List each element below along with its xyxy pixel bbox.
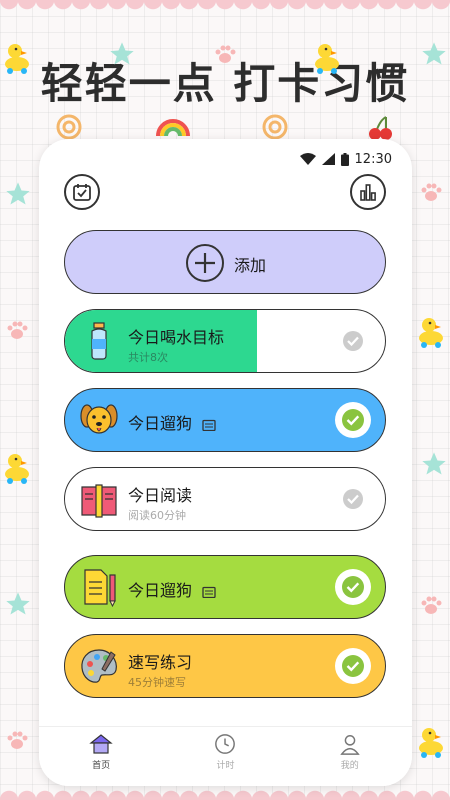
add-habit-button[interactable]: 添加 bbox=[64, 230, 386, 294]
small-calendar-icon bbox=[202, 586, 216, 598]
habit-check-button[interactable] bbox=[335, 323, 371, 359]
nav-label-home: 首页 bbox=[92, 761, 111, 771]
star-sticker-icon bbox=[422, 42, 446, 65]
habit-title: 速写练习 bbox=[128, 653, 193, 672]
habit-check-button[interactable] bbox=[335, 569, 371, 605]
statistics-button[interactable] bbox=[350, 174, 386, 210]
cherry-icon bbox=[369, 116, 392, 140]
star-sticker-icon bbox=[110, 42, 134, 65]
paw-sticker-icon bbox=[421, 183, 442, 201]
nav-label-profile: 我的 bbox=[340, 761, 359, 771]
palette-icon bbox=[81, 649, 117, 683]
habit-subtitle: 阅读60分钟 bbox=[128, 509, 186, 522]
check-circle-icon bbox=[343, 331, 363, 351]
nav-item-home[interactable]: 首页 bbox=[66, 733, 136, 771]
calendar-checklist-button[interactable] bbox=[64, 174, 100, 210]
add-habit-label: 添加 bbox=[234, 256, 267, 275]
top-scallop-border bbox=[0, 0, 450, 12]
habit-check-button[interactable] bbox=[335, 402, 371, 438]
star-sticker-icon bbox=[6, 182, 30, 205]
duck-sticker-icon bbox=[315, 44, 339, 74]
check-circle-icon bbox=[343, 489, 363, 509]
dog-icon bbox=[80, 404, 118, 434]
duck-sticker-icon bbox=[5, 44, 29, 74]
home-icon bbox=[89, 734, 113, 754]
notebook-pencil-icon bbox=[84, 569, 116, 607]
profile-icon bbox=[340, 735, 360, 755]
battery-icon bbox=[340, 152, 349, 166]
habit-card-dog-walk-2[interactable]: 今日遛狗 bbox=[64, 555, 386, 619]
habit-title: 今日喝水目标 bbox=[128, 328, 225, 347]
star-sticker-icon bbox=[422, 452, 446, 475]
habit-card-reading[interactable]: 今日阅读 阅读60分钟 bbox=[64, 467, 386, 531]
plus-icon bbox=[186, 244, 224, 282]
check-circle-icon bbox=[342, 409, 364, 431]
check-circle-icon bbox=[342, 576, 364, 598]
status-bar: 12:30 bbox=[299, 150, 392, 168]
star-sticker-icon bbox=[6, 592, 30, 615]
habit-title: 今日遛狗 bbox=[128, 577, 216, 601]
habit-title: 今日阅读 bbox=[128, 486, 193, 505]
habit-check-button[interactable] bbox=[335, 481, 371, 517]
clock-icon bbox=[215, 734, 236, 754]
duck-sticker-icon bbox=[419, 728, 443, 758]
habit-card-sketching[interactable]: 速写练习 45分钟速写 bbox=[64, 634, 386, 698]
habit-title: 今日遛狗 bbox=[128, 410, 216, 434]
rainbow-icon bbox=[156, 119, 190, 137]
paw-sticker-icon bbox=[7, 731, 28, 749]
wifi-icon bbox=[299, 153, 316, 165]
habit-check-button[interactable] bbox=[335, 648, 371, 684]
swirl-candy-icon bbox=[56, 114, 82, 140]
paw-sticker-icon bbox=[215, 45, 236, 63]
signal-icon bbox=[321, 153, 335, 165]
bottom-scallop-border bbox=[0, 788, 450, 800]
phone-frame: 12:30 添加 今日喝水目标 共计8次 今日遛狗 今日阅读 阅读60分钟 今日… bbox=[39, 139, 412, 786]
paw-sticker-icon bbox=[7, 321, 28, 339]
small-calendar-icon bbox=[202, 419, 216, 431]
habit-subtitle: 45分钟速写 bbox=[128, 676, 186, 689]
nav-label-timer: 计时 bbox=[216, 761, 235, 771]
book-icon bbox=[81, 484, 117, 518]
water-bottle-icon bbox=[91, 322, 107, 360]
duck-sticker-icon bbox=[419, 318, 443, 348]
check-circle-icon bbox=[342, 655, 364, 677]
paw-sticker-icon bbox=[421, 596, 442, 614]
bottom-nav: 首页 计时 我的 bbox=[39, 726, 412, 786]
habit-card-water[interactable]: 今日喝水目标 共计8次 bbox=[64, 309, 386, 373]
habit-card-dog-walk[interactable]: 今日遛狗 bbox=[64, 388, 386, 452]
status-time: 12:30 bbox=[354, 151, 392, 167]
nav-item-timer[interactable]: 计时 bbox=[190, 733, 260, 771]
duck-sticker-icon bbox=[5, 454, 29, 484]
habit-subtitle: 共计8次 bbox=[128, 351, 168, 364]
nav-item-profile[interactable]: 我的 bbox=[315, 733, 385, 771]
swirl-candy-icon bbox=[262, 114, 288, 140]
bar-chart-icon bbox=[360, 184, 376, 201]
checklist-calendar-icon bbox=[73, 184, 91, 201]
